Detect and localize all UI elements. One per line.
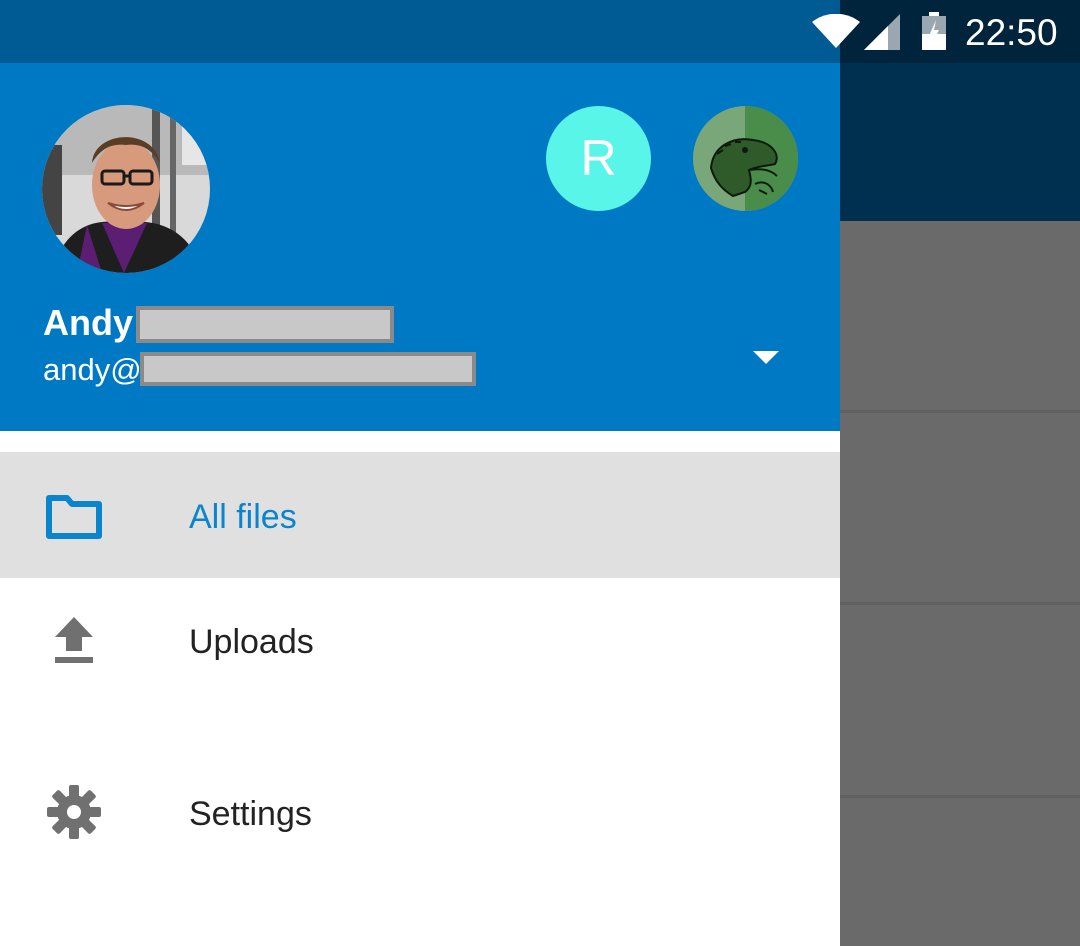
- secondary-account-avatar-raptor[interactable]: [693, 106, 798, 211]
- account-switcher-dropdown[interactable]: [748, 345, 784, 371]
- triangle-down-icon: [753, 351, 779, 364]
- account-email: andy@: [43, 352, 142, 387]
- menu-item-all-files[interactable]: All files: [0, 452, 840, 578]
- secondary-account-avatar[interactable]: R: [546, 106, 651, 211]
- menu-item-label: Uploads: [189, 623, 314, 661]
- gear-icon: [47, 785, 101, 839]
- menu-item-uploads[interactable]: Uploads: [0, 578, 840, 704]
- folder-icon: [46, 495, 102, 539]
- navigation-drawer: R Andy andy@ All files Uploads Settings: [0, 0, 840, 946]
- background-divider: [840, 795, 1080, 798]
- redacted-email: [140, 352, 476, 386]
- secondary-account-initial: R: [580, 130, 617, 186]
- battery-charging-icon: [922, 12, 946, 50]
- system-status-bar: 22:50: [0, 0, 1080, 63]
- account-name: Andy: [43, 302, 133, 343]
- cell-signal-icon: [864, 14, 900, 50]
- redacted-surname: [136, 306, 394, 343]
- avatar[interactable]: [42, 105, 210, 273]
- upload-icon: [55, 617, 93, 663]
- menu-item-label: Settings: [189, 795, 312, 833]
- avatar-photo: [42, 105, 210, 273]
- menu-item-settings[interactable]: Settings: [0, 750, 840, 876]
- menu-item-label: All files: [189, 498, 297, 536]
- wifi-icon: [812, 14, 860, 48]
- raptor-image: [693, 106, 798, 211]
- background-divider: [840, 602, 1080, 605]
- background-divider: [840, 410, 1080, 413]
- status-time: 22:50: [965, 12, 1058, 53]
